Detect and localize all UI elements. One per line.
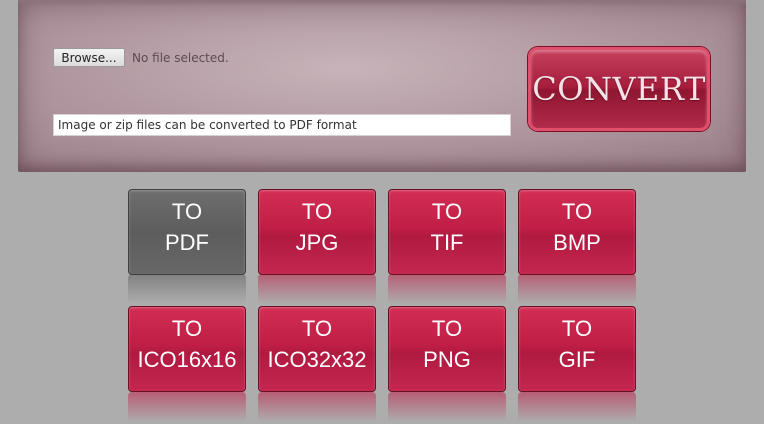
convert-button[interactable]: CONVERT [528, 47, 710, 131]
tile-prefix: TO [431, 199, 463, 224]
tile-prefix: TO [561, 316, 593, 341]
tile-prefix: TO [301, 316, 333, 341]
format-tile-ico16[interactable]: TO ICO16x16 [128, 306, 246, 392]
tile-target: PDF [165, 230, 209, 255]
file-picker: Browse... No file selected. [53, 48, 229, 67]
tile-reflection [128, 274, 246, 304]
tile-prefix: TO [431, 316, 463, 341]
browse-button[interactable]: Browse... [53, 48, 125, 67]
format-tile-jpg[interactable]: TO JPG [258, 189, 376, 275]
format-tile-pdf[interactable]: TO PDF [128, 189, 246, 275]
format-tile-tif[interactable]: TO TIF [388, 189, 506, 275]
tile-reflection [258, 274, 376, 304]
tile-reflection [518, 392, 636, 422]
tile-target: BMP [553, 230, 601, 255]
upload-panel: Browse... No file selected. CONVERT [18, 0, 746, 172]
tile-target: ICO32x32 [267, 347, 367, 372]
format-tile-bmp[interactable]: TO BMP [518, 189, 636, 275]
file-status-text: No file selected. [132, 50, 229, 65]
tile-prefix: TO [171, 316, 203, 341]
tile-reflection [258, 392, 376, 422]
tile-reflection [518, 274, 636, 304]
tile-target: GIF [558, 347, 596, 372]
tile-target: TIF [430, 230, 464, 255]
format-tile-ico32[interactable]: TO ICO32x32 [258, 306, 376, 392]
tile-prefix: TO [301, 199, 333, 224]
tile-reflection [388, 392, 506, 422]
tile-reflection [128, 392, 246, 422]
tile-prefix: TO [171, 199, 203, 224]
hint-input[interactable] [53, 114, 511, 136]
convert-button-label: CONVERT [532, 70, 706, 108]
tile-target: PNG [423, 347, 471, 372]
tile-target: ICO16x16 [137, 347, 237, 372]
tile-reflection [388, 274, 506, 304]
tile-target: JPG [295, 230, 339, 255]
tile-prefix: TO [561, 199, 593, 224]
format-tile-png[interactable]: TO PNG [388, 306, 506, 392]
format-tile-gif[interactable]: TO GIF [518, 306, 636, 392]
